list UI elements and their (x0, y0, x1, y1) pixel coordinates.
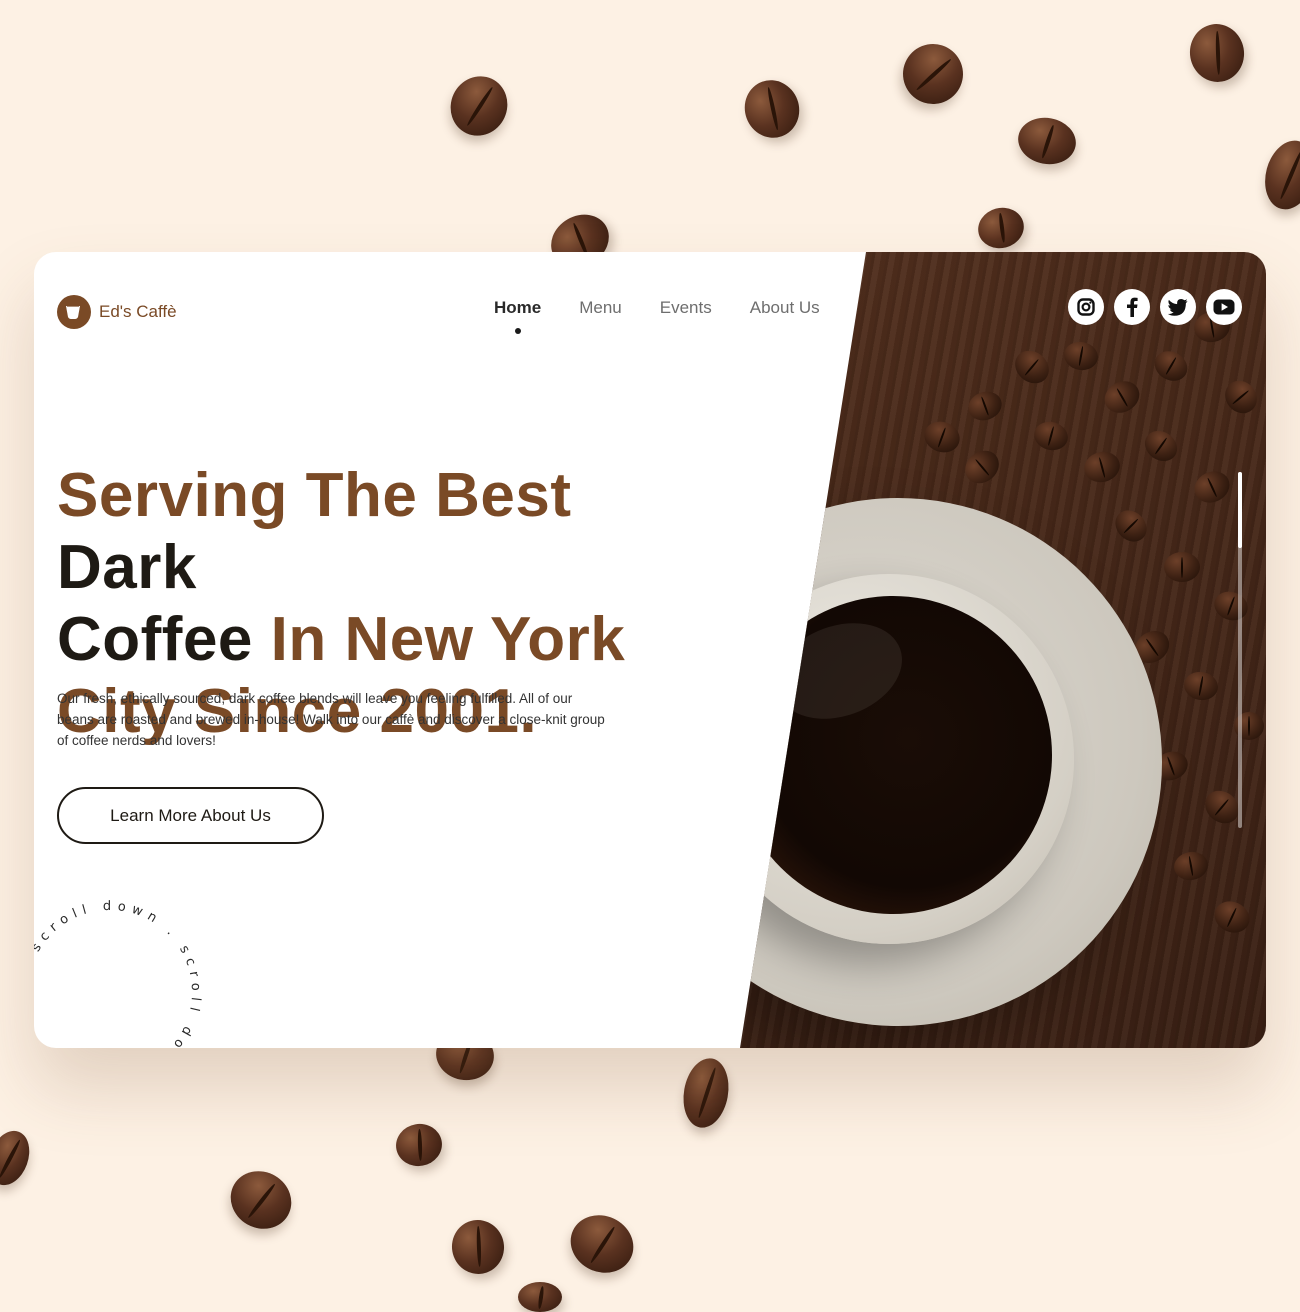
photo-coffee-bean (919, 416, 965, 458)
scroll-down-text-path: scroll down . scroll down . (34, 899, 197, 1048)
active-indicator-dot (514, 328, 521, 334)
twitter-icon[interactable] (1160, 289, 1196, 325)
nav-item-label: Menu (579, 298, 622, 317)
nav-item-label: About Us (749, 298, 820, 317)
nav-item-events[interactable]: Events (660, 298, 712, 318)
scroll-down-indicator[interactable]: scroll down . scroll down . (34, 892, 210, 1048)
social-links (1068, 289, 1242, 325)
photo-coffee-bean (1189, 465, 1235, 509)
photo-coffee-bean (1164, 552, 1200, 582)
photo-coffee-bean (1181, 669, 1221, 703)
headline-text-emphasis: Dark (57, 533, 197, 602)
scroll-down-text: scroll down . scroll down . (34, 899, 203, 1048)
background-coffee-bean (736, 72, 808, 146)
photo-coffee-bean (1209, 895, 1255, 939)
background-coffee-bean (890, 31, 976, 117)
nav-item-about-us[interactable]: About Us (750, 298, 820, 318)
nav-item-label: Home (494, 298, 542, 317)
photo-coffee-bean (1098, 375, 1146, 419)
photo-coffee-bean (1080, 447, 1124, 487)
nav-item-home[interactable]: Home (494, 298, 542, 334)
photo-coffee-bean (1149, 345, 1193, 387)
youtube-icon[interactable] (1206, 289, 1242, 325)
photo-coffee-bean (1218, 374, 1264, 420)
photo-coffee-bean (1109, 504, 1153, 548)
background-coffee-bean (0, 1125, 37, 1191)
facebook-icon[interactable] (1114, 289, 1150, 325)
coffee-cup-icon (57, 295, 91, 329)
photo-coffee-bean (1061, 339, 1101, 373)
background-coffee-bean (220, 1160, 302, 1240)
background-coffee-bean (440, 66, 518, 146)
instagram-icon[interactable] (1068, 289, 1104, 325)
background-coffee-bean (1185, 19, 1249, 87)
headline-text: In New York (252, 605, 626, 674)
hero-description: Our fresh, ethically sourced, dark coffe… (57, 691, 605, 748)
photo-coffee-bean (1030, 418, 1072, 454)
brand-logo[interactable]: Ed's Caffè (57, 295, 177, 329)
nav-item-label: Events (659, 298, 712, 317)
brand-name: Ed's Caffè (99, 302, 177, 321)
page-scrollbar-thumb[interactable] (1238, 472, 1242, 548)
photo-coffee-bean (1210, 587, 1252, 625)
headline-text-emphasis: Coffee (57, 605, 253, 674)
photo-coffee-bean (1139, 424, 1183, 468)
background-coffee-bean (447, 1215, 509, 1279)
background-coffee-bean (518, 1282, 562, 1312)
background-coffee-bean (678, 1054, 734, 1132)
background-coffee-bean (1257, 134, 1300, 216)
background-coffee-bean (561, 1205, 643, 1283)
photo-coffee-bean (1008, 343, 1056, 391)
photo-coffee-bean (1171, 849, 1211, 883)
website-card: Ed's Caffè Home Menu Events About Us Ser… (34, 252, 1266, 1048)
background-coffee-bean (392, 1120, 446, 1170)
headline-text: Serving The Best (57, 461, 572, 530)
nav-item-menu[interactable]: Menu (579, 298, 622, 318)
learn-more-about-us-button[interactable]: Learn More About Us (57, 787, 324, 844)
background-coffee-bean (1014, 113, 1080, 169)
main-navigation: Home Menu Events About Us (494, 298, 820, 334)
photo-coffee-bean (964, 387, 1006, 425)
photo-coffee-bean (958, 443, 1006, 491)
black-coffee (740, 596, 1052, 914)
background-coffee-bean (973, 202, 1029, 254)
